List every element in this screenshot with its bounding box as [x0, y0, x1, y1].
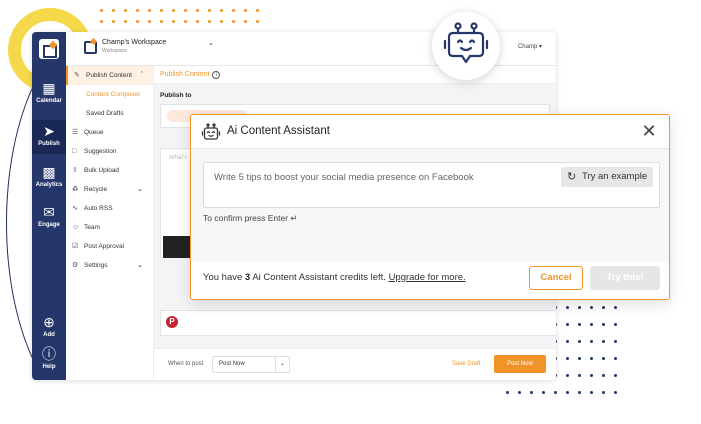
question-circle-icon: ⓘ — [42, 346, 56, 362]
submenu-saved-drafts[interactable]: Saved Drafts — [66, 104, 153, 123]
workspace-name[interactable]: Champ's Workspace — [102, 39, 166, 46]
submenu-label: Settings — [84, 262, 108, 269]
submenu-label: Queue — [84, 129, 104, 136]
rail-item-analytics[interactable]: ▩ Analytics — [32, 164, 66, 188]
paper-plane-icon: ➤ — [43, 123, 55, 139]
submenu-label: Recycle — [84, 186, 108, 193]
enter-key-icon: ↵ — [290, 213, 298, 223]
when-to-post-label: When to post — [168, 361, 204, 367]
submenu-label: Post Approval — [84, 243, 125, 250]
ai-assistant-dialog: Ai Content Assistant ✕ Write 5 tips to b… — [190, 114, 670, 300]
submenu-settings[interactable]: ⚙ Settings ⌄ — [66, 256, 153, 275]
refresh-icon: ↻ — [567, 171, 577, 183]
pinterest-preview-row: P — [160, 310, 556, 336]
dialog-header: Ai Content Assistant ✕ — [191, 115, 669, 149]
rail-item-label: Engage — [38, 222, 60, 228]
submenu-content-composer[interactable]: Content Composer — [66, 85, 153, 104]
left-rail: ▦ Calendar ➤ Publish ▩ Analytics ✉ Engag… — [32, 32, 66, 380]
chevron-down-icon: ⌄ — [275, 357, 289, 372]
publish-to-label: Publish to — [160, 92, 192, 99]
submenu-post-approval[interactable]: ☑ Post Approval — [66, 237, 153, 256]
pencil-icon: ✎ — [74, 72, 80, 79]
chat-bubbles-icon: ✉ — [43, 204, 55, 220]
page-title-text: Publish Content — [160, 71, 210, 78]
plus-circle-icon: ⊕ — [43, 314, 55, 330]
chevron-up-icon: ˆ — [140, 72, 143, 79]
chevron-down-icon: ⌄ — [137, 262, 143, 269]
submenu-recycle[interactable]: ♻ Recycle ⌄ — [66, 180, 153, 199]
app-logo-icon[interactable] — [39, 39, 59, 59]
when-to-post-select[interactable]: Post Now ⌄ — [212, 356, 290, 373]
try-example-button[interactable]: ↻ Try an example — [561, 167, 653, 187]
submenu-label: Suggestion — [84, 148, 117, 155]
pinterest-icon: P — [166, 316, 178, 328]
cancel-button[interactable]: Cancel — [529, 266, 583, 290]
approval-icon: ☑ — [72, 243, 79, 250]
rail-item-label: Publish — [38, 141, 60, 147]
chevron-down-icon[interactable]: ⌄ — [208, 39, 214, 47]
bookmark-icon: □ — [72, 148, 77, 155]
submenu-label: Auto RSS — [84, 205, 113, 212]
when-to-post-value: Post Now — [219, 361, 245, 367]
save-draft-button[interactable]: Save Draft — [452, 361, 480, 367]
rail-item-publish[interactable]: ➤ Publish — [32, 120, 66, 154]
try-example-label: Try an example — [582, 171, 648, 182]
credits-prefix: You have — [203, 272, 245, 283]
credits-text: You have 3 Ai Content Assistant credits … — [203, 272, 466, 283]
upgrade-link[interactable]: Upgrade for more. — [389, 272, 466, 283]
dialog-body: Write 5 tips to boost your social media … — [191, 149, 669, 261]
user-name: Champ — [517, 44, 538, 50]
robot-icon — [201, 123, 221, 140]
gear-icon: ⚙ — [72, 262, 79, 269]
submenu-label: Publish Content — [86, 72, 132, 79]
rail-item-engage[interactable]: ✉ Engage — [32, 204, 66, 228]
submenu-team[interactable]: ☺ Team — [66, 218, 153, 237]
workspace-icon — [84, 41, 97, 54]
decor-orange-dots — [100, 9, 268, 23]
credits-suffix: Ai Content Assistant credits left. — [250, 272, 389, 283]
rail-item-label: Calendar — [36, 98, 62, 104]
rail-item-label: Add — [43, 332, 55, 338]
info-icon[interactable]: i — [212, 71, 221, 79]
confirm-hint: To confirm press Enter ↵ — [203, 213, 298, 224]
ai-robot-badge — [432, 12, 500, 80]
prompt-placeholder: Write 5 tips to boost your social media … — [214, 172, 474, 183]
user-icon: ☺ — [72, 224, 80, 231]
rail-item-label: Analytics — [35, 182, 63, 188]
prompt-input[interactable]: Write 5 tips to boost your social media … — [203, 162, 660, 208]
submenu-label: Bulk Upload — [84, 167, 120, 174]
recycle-icon: ♻ — [72, 186, 79, 193]
confirm-hint-text: To confirm press Enter — [203, 213, 289, 223]
post-now-button[interactable]: Post Now — [494, 355, 546, 373]
close-icon[interactable]: ✕ — [639, 121, 659, 141]
submenu-auto-rss[interactable]: ∿ Auto RSS — [66, 199, 153, 218]
dialog-title: Ai Content Assistant — [227, 125, 330, 137]
rail-item-add[interactable]: ⊕ Add — [32, 314, 66, 338]
chevron-down-icon: ⌄ — [137, 186, 143, 193]
submenu-label: Team — [84, 224, 100, 231]
submenu-suggestion[interactable]: □ Suggestion — [66, 142, 153, 161]
bar-chart-icon: ▩ — [42, 164, 56, 180]
workspace-subtitle: Workspace — [102, 48, 127, 54]
dialog-footer: You have 3 Ai Content Assistant credits … — [191, 259, 669, 299]
user-menu[interactable]: Champ ▾ — [518, 43, 542, 50]
publish-submenu: ✎ Publish Content ˆ Content Composer Save… — [66, 66, 154, 380]
submenu-queue[interactable]: ☰ Queue — [66, 123, 153, 142]
rss-icon: ∿ — [72, 205, 78, 212]
rail-item-help[interactable]: ⓘ Help — [32, 346, 66, 370]
list-icon: ☰ — [72, 129, 79, 136]
submenu-publish-content[interactable]: ✎ Publish Content ˆ — [66, 66, 153, 85]
composer-placeholder: What's — [169, 155, 188, 161]
rail-item-calendar[interactable]: ▦ Calendar — [32, 80, 66, 104]
calendar-icon: ▦ — [42, 80, 56, 96]
robot-icon — [443, 22, 489, 64]
submenu-bulk-upload[interactable]: ⇧ Bulk Upload — [66, 161, 153, 180]
composer-footer: When to post Post Now ⌄ Save Draft Post … — [154, 348, 556, 380]
upload-icon: ⇧ — [72, 167, 78, 174]
rail-item-label: Help — [42, 364, 56, 370]
try-this-button[interactable]: Try this! — [590, 266, 660, 290]
